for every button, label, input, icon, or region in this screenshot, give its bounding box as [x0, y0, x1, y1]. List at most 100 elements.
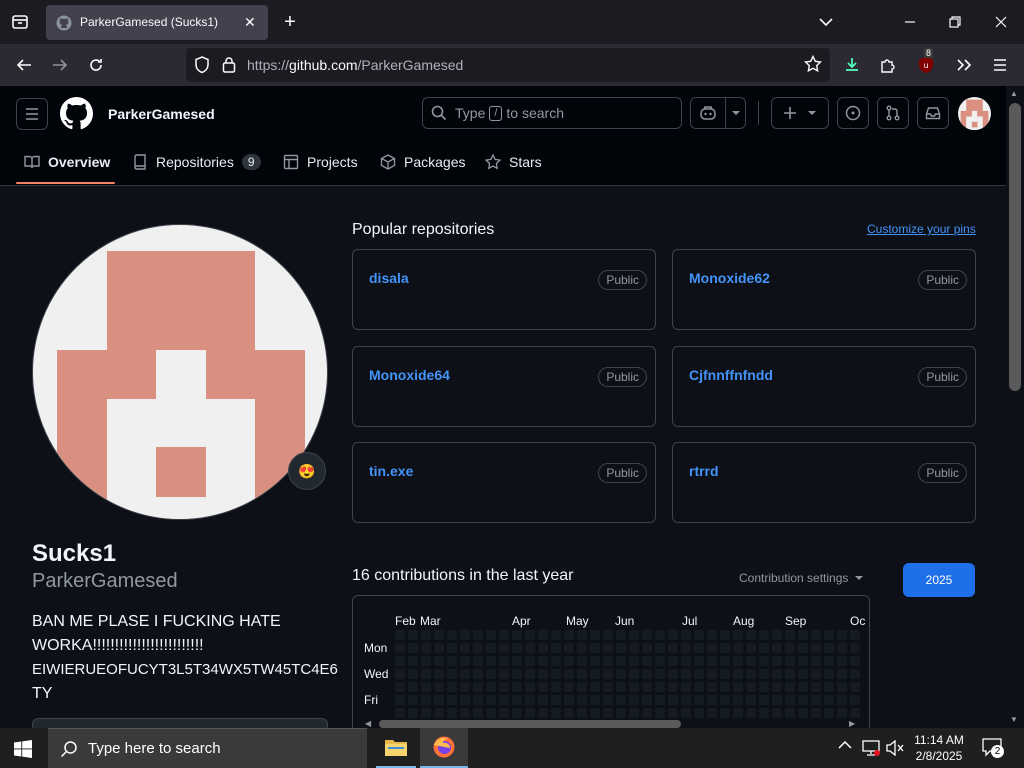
contribution-cell[interactable]	[720, 656, 730, 666]
graph-scrollbar-thumb[interactable]	[379, 720, 681, 728]
contribution-cell[interactable]	[512, 643, 522, 653]
contribution-cell[interactable]	[681, 708, 691, 718]
contribution-cell[interactable]	[694, 656, 704, 666]
contribution-cell[interactable]	[837, 669, 847, 679]
contribution-cell[interactable]	[811, 656, 821, 666]
contribution-cell[interactable]	[616, 630, 626, 640]
contribution-cell[interactable]	[616, 669, 626, 679]
contribution-cell[interactable]	[837, 643, 847, 653]
global-nav-menu-button[interactable]	[16, 98, 48, 130]
lock-icon[interactable]	[222, 56, 236, 73]
contribution-cell[interactable]	[733, 643, 743, 653]
contribution-cell[interactable]	[629, 656, 639, 666]
contribution-cell[interactable]	[564, 695, 574, 705]
contribution-cell[interactable]	[551, 682, 561, 692]
tab-packages[interactable]: Packages	[380, 150, 465, 174]
contribution-cell[interactable]	[694, 630, 704, 640]
contribution-cell[interactable]	[681, 630, 691, 640]
contribution-cell[interactable]	[590, 656, 600, 666]
contribution-cell[interactable]	[772, 682, 782, 692]
contribution-cell[interactable]	[746, 669, 756, 679]
contribution-cell[interactable]	[772, 708, 782, 718]
contribution-cell[interactable]	[733, 682, 743, 692]
contribution-cell[interactable]	[486, 643, 496, 653]
contribution-cell[interactable]	[694, 682, 704, 692]
contribution-cell[interactable]	[824, 643, 834, 653]
contribution-cell[interactable]	[525, 695, 535, 705]
contribution-cell[interactable]	[642, 669, 652, 679]
contribution-cell[interactable]	[759, 682, 769, 692]
contribution-cell[interactable]	[642, 695, 652, 705]
contribution-cell[interactable]	[473, 708, 483, 718]
contribution-cell[interactable]	[850, 669, 860, 679]
contribution-cell[interactable]	[811, 643, 821, 653]
restore-icon[interactable]	[941, 8, 969, 36]
contribution-cell[interactable]	[473, 656, 483, 666]
ublock-shield-icon[interactable]: u 8	[912, 48, 940, 79]
contribution-cell[interactable]	[564, 708, 574, 718]
contribution-cell[interactable]	[746, 695, 756, 705]
contribution-cell[interactable]	[746, 643, 756, 653]
contribution-cell[interactable]	[798, 630, 808, 640]
inbox-button[interactable]	[917, 97, 949, 129]
contribution-cell[interactable]	[720, 708, 730, 718]
contribution-cell[interactable]	[707, 708, 717, 718]
contribution-cell[interactable]	[577, 695, 587, 705]
contribution-cell[interactable]	[525, 682, 535, 692]
contribution-cell[interactable]	[850, 695, 860, 705]
contribution-cell[interactable]	[837, 695, 847, 705]
contribution-cell[interactable]	[681, 695, 691, 705]
contribution-cell[interactable]	[577, 708, 587, 718]
contribution-cell[interactable]	[694, 708, 704, 718]
contribution-cell[interactable]	[785, 643, 795, 653]
tray-chevron-up-icon[interactable]	[838, 740, 852, 750]
contribution-cell[interactable]	[564, 656, 574, 666]
tab-stars[interactable]: Stars	[485, 150, 542, 174]
contribution-cell[interactable]	[421, 630, 431, 640]
tab-overview[interactable]: Overview	[24, 150, 110, 174]
contribution-cell[interactable]	[421, 669, 431, 679]
contribution-cell[interactable]	[408, 669, 418, 679]
contribution-cell[interactable]	[772, 630, 782, 640]
contribution-cell[interactable]	[512, 708, 522, 718]
contribution-cell[interactable]	[564, 630, 574, 640]
contribution-cell[interactable]	[590, 682, 600, 692]
contribution-cell[interactable]	[538, 669, 548, 679]
contribution-cell[interactable]	[447, 656, 457, 666]
contribution-cell[interactable]	[694, 695, 704, 705]
contribution-cell[interactable]	[668, 630, 678, 640]
contribution-cell[interactable]	[434, 695, 444, 705]
contribution-cell[interactable]	[408, 630, 418, 640]
contribution-cell[interactable]	[447, 669, 457, 679]
contribution-cell[interactable]	[473, 695, 483, 705]
contribution-cell[interactable]	[850, 656, 860, 666]
contribution-cell[interactable]	[720, 643, 730, 653]
contribution-cell[interactable]	[629, 669, 639, 679]
contribution-cell[interactable]	[590, 708, 600, 718]
contribution-cell[interactable]	[603, 682, 613, 692]
contribution-cell[interactable]	[759, 656, 769, 666]
contribution-cell[interactable]	[668, 695, 678, 705]
contribution-cell[interactable]	[642, 682, 652, 692]
contribution-cell[interactable]	[421, 682, 431, 692]
contribution-cell[interactable]	[447, 630, 457, 640]
contribution-cell[interactable]	[785, 708, 795, 718]
contribution-cell[interactable]	[538, 682, 548, 692]
contribution-cell[interactable]	[538, 708, 548, 718]
contribution-cell[interactable]	[746, 682, 756, 692]
url-bar[interactable]: https://github.com/ParkerGamesed	[186, 48, 830, 82]
scroll-down-icon[interactable]: ▼	[1010, 715, 1018, 724]
contribution-cell[interactable]	[460, 630, 470, 640]
contribution-cell[interactable]	[616, 708, 626, 718]
contribution-cell[interactable]	[837, 708, 847, 718]
contribution-cell[interactable]	[486, 695, 496, 705]
contribution-cell[interactable]	[473, 643, 483, 653]
contribution-cell[interactable]	[629, 708, 639, 718]
contribution-cell[interactable]	[655, 695, 665, 705]
contribution-cell[interactable]	[668, 682, 678, 692]
volume-muted-icon[interactable]	[886, 740, 904, 756]
contribution-cell[interactable]	[772, 656, 782, 666]
contribution-cell[interactable]	[564, 669, 574, 679]
contribution-cell[interactable]	[811, 695, 821, 705]
contribution-cell[interactable]	[512, 695, 522, 705]
